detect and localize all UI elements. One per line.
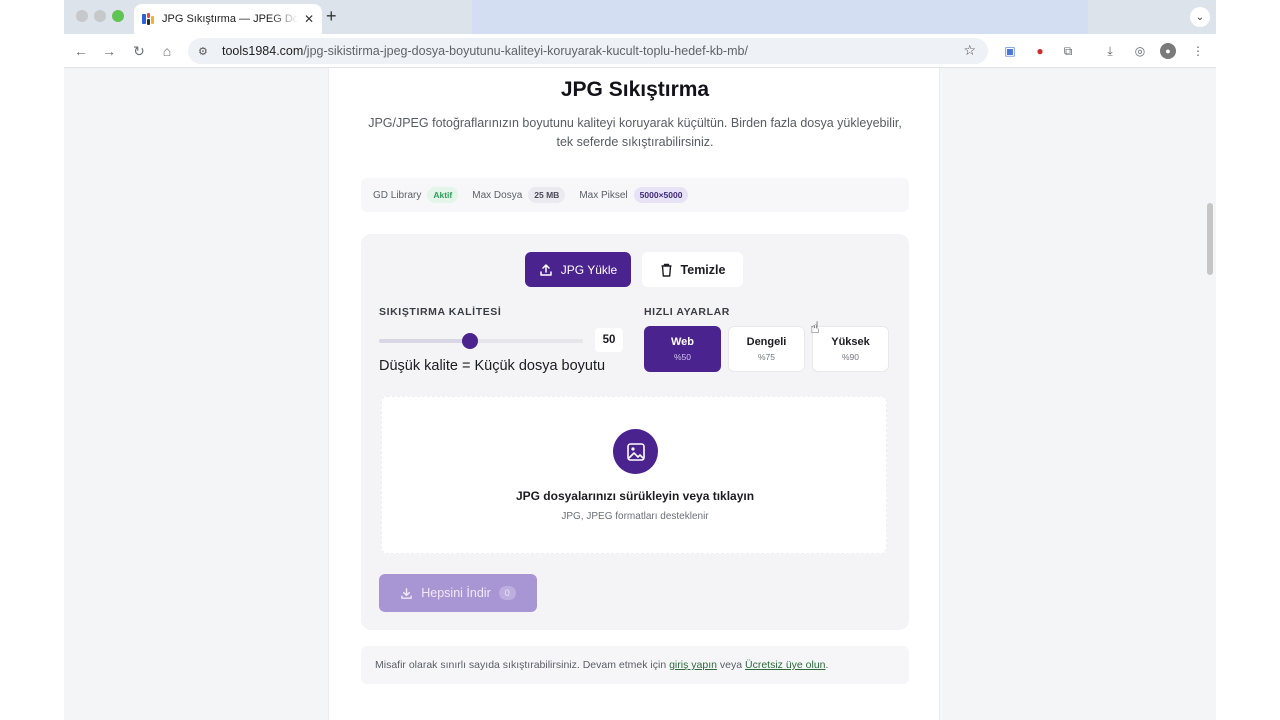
translate-icon[interactable]: ▣ (1002, 43, 1018, 59)
tool-card: JPG Sıkıştırma JPG/JPEG fotoğraflarınızı… (328, 68, 940, 720)
preset-web-button[interactable]: Web %50 (644, 326, 721, 372)
file-dropzone[interactable]: JPG dosyalarınızı sürükleyin veya tıklay… (381, 396, 887, 554)
screen-frame-right (1216, 0, 1280, 720)
download-icon (401, 587, 413, 599)
preset-percent: %50 (673, 352, 691, 362)
preset-name: Web (670, 336, 695, 348)
dropzone-title: JPG dosyalarınızı sürükleyin veya tıklay… (515, 489, 755, 503)
quality-slider-handle[interactable] (461, 333, 478, 349)
max-file-label: Max Dosya (472, 189, 523, 201)
hand-cursor-icon: ☝ (810, 320, 820, 337)
page-viewport: JPG Sıkıştırma JPG/JPEG fotoğraflarınızı… (64, 68, 1204, 720)
page-subtitle: JPG/JPEG fotoğraflarınızın boyutunu kali… (368, 116, 902, 149)
browser-window: JPG Sıkıştırma — JPEG Dosya ✕ + ⌄ ← → ↻ … (64, 0, 1216, 720)
guest-note-text: Misafir olarak sınırlı sayıda sıkıştırab… (375, 659, 667, 671)
quality-hint: Düşük kalite = Küçük dosya boyutu (379, 358, 606, 374)
library-status-badge: Aktif (427, 187, 459, 203)
quality-value: 50 (595, 328, 623, 352)
maximize-window-button[interactable] (112, 10, 124, 22)
tabstrip-highlight (472, 0, 1088, 34)
scrollbar-thumb[interactable] (1207, 203, 1213, 275)
forward-arrow-icon[interactable]: → (100, 42, 118, 60)
browser-toolbar: ← → ↻ ⌂ ⚙ tools1984.com/jpg-sikistirma-j… (64, 34, 1216, 68)
profile-avatar[interactable]: ● (1160, 43, 1176, 59)
guest-note-end: . (825, 659, 829, 671)
preset-high-button[interactable]: Yüksek %90 (812, 326, 889, 372)
site-settings-icon[interactable]: ⚙ (198, 45, 214, 58)
compress-panel: JPG Yükle Temizle SIKIŞTIRMA KALİTESİ 50… (361, 234, 909, 630)
browser-tab-active[interactable]: JPG Sıkıştırma — JPEG Dosya ✕ (134, 4, 322, 34)
sync-icon[interactable]: ◎ (1132, 43, 1148, 59)
quick-settings-label: HIZLI AYARLAR (644, 306, 730, 318)
download-count-badge: 0 (498, 586, 516, 600)
close-window-button[interactable] (76, 10, 88, 22)
site-favicon-icon (142, 13, 154, 25)
back-arrow-icon[interactable]: ← (72, 42, 90, 60)
quality-slider[interactable] (379, 333, 583, 349)
preset-percent: %90 (841, 352, 859, 362)
page-title: JPG Sıkıştırma (560, 78, 710, 101)
max-pixel-label: Max Piksel (579, 189, 628, 201)
clear-button-label: Temizle (680, 262, 726, 277)
server-info-bar: GD Library Aktif Max Dosya 25 MB Max Pik… (361, 178, 909, 212)
upload-jpg-button[interactable]: JPG Yükle (525, 252, 631, 287)
screen-frame-left (0, 0, 64, 720)
preset-balanced-button[interactable]: Dengeli %75 (728, 326, 805, 372)
upload-button-label: JPG Yükle (560, 262, 618, 277)
signup-link[interactable]: Ücretsiz üye olun (745, 659, 826, 671)
tab-close-icon[interactable]: ✕ (304, 12, 314, 26)
library-label: GD Library (373, 189, 422, 201)
url-path: /jpg-sikistirma-jpeg-dosya-boyutunu-kali… (303, 44, 748, 58)
download-icon[interactable]: ⤓ (1102, 43, 1118, 59)
quality-slider-fill (379, 339, 470, 343)
preset-name: Dengeli (746, 336, 787, 348)
minimize-window-button[interactable] (94, 10, 106, 22)
guest-limit-note: Misafir olarak sınırlı sayıda sıkıştırab… (361, 646, 909, 684)
download-all-label: Hepsini İndir (421, 586, 491, 600)
url-domain: tools1984.com (222, 44, 304, 58)
preset-name: Yüksek (831, 336, 870, 348)
page-scrollbar[interactable] (1204, 68, 1216, 720)
download-all-button[interactable]: Hepsini İndir 0 (379, 574, 537, 612)
clear-button[interactable]: Temizle (642, 252, 743, 287)
new-tab-icon[interactable]: + (326, 6, 337, 27)
address-bar[interactable]: ⚙ tools1984.com/jpg-sikistirma-jpeg-dosy… (188, 38, 988, 64)
max-file-badge: 25 MB (528, 187, 566, 203)
guest-note-or: veya (719, 659, 743, 671)
reload-icon[interactable]: ↻ (130, 42, 148, 60)
home-icon[interactable]: ⌂ (158, 42, 176, 60)
tab-strip: JPG Sıkıştırma — JPEG Dosya ✕ + ⌄ (64, 0, 1216, 34)
trash-icon (661, 263, 672, 277)
tab-search-chevron-icon[interactable]: ⌄ (1190, 7, 1210, 27)
quality-label: SIKIŞTIRMA KALİTESİ (379, 306, 502, 318)
bookmark-star-icon[interactable]: ☆ (963, 42, 976, 59)
login-link[interactable]: giriş yapın (669, 659, 717, 671)
dropzone-subtitle: JPG, JPEG formatları desteklenir (561, 511, 709, 522)
extension-badge-icon[interactable]: ● (1032, 43, 1048, 59)
tab-title: JPG Sıkıştırma — JPEG Dosya (162, 13, 298, 25)
preset-percent: %75 (757, 352, 775, 362)
image-icon (613, 429, 658, 474)
extensions-puzzle-icon[interactable]: ⧉ (1060, 43, 1076, 59)
menu-kebab-icon[interactable]: ⋮ (1190, 43, 1206, 59)
max-pixel-badge: 5000×5000 (633, 187, 689, 203)
upload-icon (540, 263, 552, 276)
